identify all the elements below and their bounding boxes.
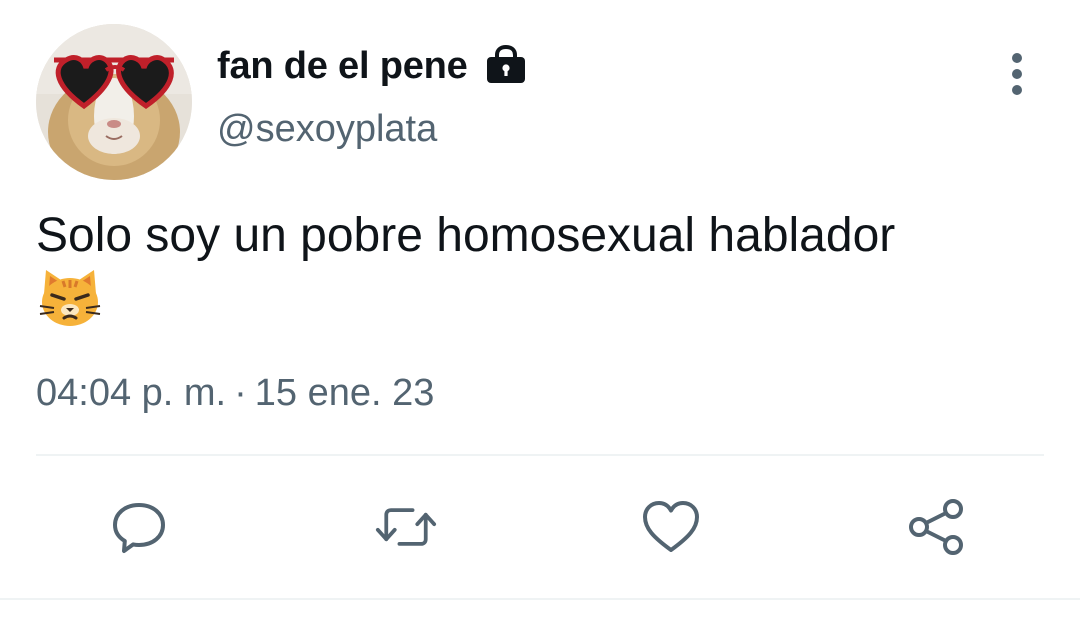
avatar-image <box>36 24 192 180</box>
lock-icon <box>484 44 528 88</box>
user-handle[interactable]: @sexoyplata <box>217 108 437 151</box>
reply-icon <box>113 503 165 553</box>
tweet-date: 15 ene. 23 <box>254 372 435 414</box>
tweet-timestamp[interactable]: 04:04 p. m. · 15 ene. 23 <box>36 372 434 415</box>
retweet-button[interactable] <box>375 496 437 558</box>
tweet: fan de el pene @sexoyplata Solo soy un p… <box>0 0 1080 618</box>
pouting-cat-emoji <box>38 268 102 328</box>
tweet-time: 04:04 p. m. <box>36 372 227 414</box>
display-name[interactable]: fan de el pene <box>217 45 468 88</box>
display-name-row: fan de el pene <box>217 40 528 92</box>
reply-button[interactable] <box>108 496 170 558</box>
divider <box>36 454 1044 456</box>
retweet-icon <box>375 508 437 546</box>
like-button[interactable] <box>640 496 702 558</box>
share-button[interactable] <box>906 496 968 558</box>
share-icon <box>909 499 963 555</box>
avatar[interactable] <box>36 24 192 180</box>
meta-separator: · <box>234 372 247 414</box>
more-vertical-icon[interactable] <box>996 52 1038 98</box>
tweet-text: Solo soy un pobre homosexual hablador <box>36 209 896 262</box>
divider <box>0 598 1080 600</box>
heart-icon <box>643 501 699 552</box>
